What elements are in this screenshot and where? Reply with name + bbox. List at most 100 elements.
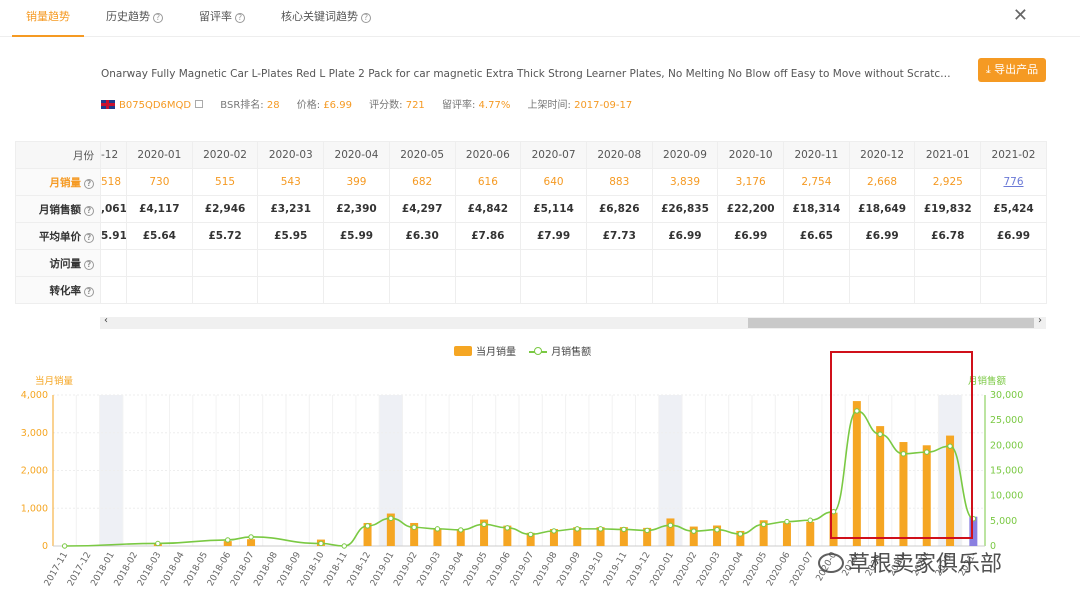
row-label-text: 月份 — [73, 149, 94, 162]
help-icon[interactable]: ? — [235, 13, 245, 23]
watermark: 草根卖家俱乐部 — [818, 546, 1002, 578]
tab-history-trend[interactable]: 历史趋势? — [106, 0, 163, 37]
download-icon: ⤓ — [985, 63, 995, 76]
watermark-text: 草根卖家俱乐部 — [848, 552, 1003, 577]
external-link-icon[interactable] — [195, 100, 204, 108]
table-cell: 2021-02 — [980, 141, 1047, 169]
tab-review-rate[interactable]: 留评率? — [199, 0, 245, 37]
legend-line-swatch[interactable] — [529, 346, 548, 356]
table-cell: 616 — [454, 168, 522, 196]
help-icon[interactable]: ? — [84, 178, 94, 189]
asin-link[interactable]: B075QD6MQD — [119, 100, 191, 111]
table-cell: £5,114 — [520, 195, 587, 223]
row-visits: 访问量? — [15, 249, 1047, 277]
table-cell: £6.78 — [914, 222, 982, 250]
table-cell: 2020-11 — [783, 141, 850, 169]
table-cell — [126, 249, 193, 277]
help-icon[interactable]: ? — [84, 232, 94, 243]
scroll-left-icon[interactable]: ‹ — [104, 315, 108, 326]
table-cell: £4,842 — [454, 195, 522, 223]
product-title[interactable]: Onarway Fully Magnetic Car L-Plates Red … — [101, 68, 951, 80]
help-icon[interactable]: ? — [153, 13, 163, 23]
row-label-text: 平均单价 — [39, 230, 81, 243]
table-cell — [257, 249, 325, 277]
table-cell: 730 — [126, 168, 193, 196]
wechat-icon — [818, 553, 844, 573]
right-tick-label: 10,000 — [990, 491, 1023, 502]
export-product-button[interactable]: ⤓ 导出产品 — [978, 58, 1046, 82]
table-cell — [520, 276, 587, 304]
revenue-point — [807, 517, 813, 523]
help-icon[interactable]: ? — [361, 13, 371, 23]
revenue-point — [714, 527, 720, 533]
tab-label: 留评率 — [199, 10, 232, 23]
table-cell — [100, 249, 127, 277]
table-cell — [388, 249, 456, 277]
tab-bar: 销量趋势 历史趋势? 留评率? 核心关键词趋势? — [0, 0, 1080, 37]
close-icon[interactable]: ✕ — [1013, 5, 1028, 26]
row-label-text: 转化率 — [49, 284, 82, 297]
table-cell: £4,297 — [388, 195, 456, 223]
revenue-point — [318, 540, 324, 547]
bar — [806, 521, 815, 546]
table-cell: ,061 — [100, 195, 127, 223]
bsr-value: 28 — [266, 100, 280, 111]
revenue-point — [667, 522, 674, 528]
bsr-label: BSR排名: — [220, 100, 264, 111]
table-cell — [454, 249, 522, 277]
tab-keyword-trend[interactable]: 核心关键词趋势? — [281, 0, 371, 37]
help-icon[interactable]: ? — [84, 205, 94, 216]
table-cell: £5.95 — [257, 222, 325, 250]
revenue-point — [458, 527, 464, 533]
listed-value: 2017-09-17 — [574, 100, 633, 111]
table-cell: 2,668 — [848, 168, 916, 196]
table-cell — [848, 249, 916, 277]
table-cell: 2021-01 — [914, 141, 982, 169]
export-label: 导出产品 — [994, 63, 1039, 76]
legend-bar-label[interactable]: 当月销量 — [476, 347, 516, 358]
table-cell: 2020-07 — [520, 141, 587, 169]
table-cell: 3,839 — [651, 168, 719, 196]
help-icon[interactable]: ? — [84, 259, 94, 270]
table-cell[interactable]: 776 — [980, 168, 1047, 196]
tab-label: 核心关键词趋势 — [281, 10, 358, 23]
table-cell: £2,390 — [323, 195, 390, 223]
table-cell: 2020-06 — [454, 141, 522, 169]
table-cell: £6.99 — [651, 222, 719, 250]
table-cell: £18,314 — [783, 195, 850, 223]
table-cell — [454, 276, 522, 304]
revenue-point — [760, 521, 767, 528]
table-cell — [651, 249, 719, 277]
row-revenue: 月销售额? ,061 £4,117 £2,946 £3,231 £2,390 £4,297 £… — [15, 195, 1047, 223]
table-cell: £5.64 — [126, 222, 193, 250]
revenue-point — [551, 528, 557, 534]
legend-bar-swatch[interactable] — [454, 346, 472, 356]
help-icon[interactable]: ? — [84, 286, 94, 297]
review-rate-value: 4.77% — [478, 100, 511, 111]
revenue-point — [691, 528, 697, 534]
table-cell: £6.30 — [388, 222, 456, 250]
price-label: 价格: — [296, 100, 321, 111]
table-cell — [848, 276, 916, 304]
right-tick-label: 15,000 — [990, 466, 1023, 477]
table-cell: £5.72 — [191, 222, 259, 250]
product-meta: B075QD6MQD BSR排名: 28 价格: £6.99 评分数: 721 … — [101, 96, 646, 111]
year-band — [99, 395, 123, 546]
table-cell: 2020-08 — [585, 141, 653, 169]
scrollbar-thumb[interactable] — [748, 318, 1034, 328]
table-horizontal-scrollbar[interactable]: ‹ › — [100, 315, 1046, 329]
table-cell — [717, 249, 785, 277]
revenue-point — [341, 543, 347, 549]
table-cell: £18,649 — [848, 195, 916, 223]
bar — [782, 522, 791, 546]
scroll-right-icon[interactable]: › — [1038, 315, 1042, 326]
row-conversion: 转化率? — [15, 276, 1047, 304]
revenue-point — [364, 523, 371, 529]
table-cell — [191, 276, 259, 304]
table-cell: 2,754 — [783, 168, 850, 196]
tab-label: 历史趋势 — [106, 10, 150, 23]
table-cell — [914, 249, 982, 277]
legend-line-label[interactable]: 月销售额 — [551, 347, 591, 358]
table-cell: £26,835 — [651, 195, 719, 223]
tab-sales-trend[interactable]: 销量趋势 — [12, 0, 84, 37]
